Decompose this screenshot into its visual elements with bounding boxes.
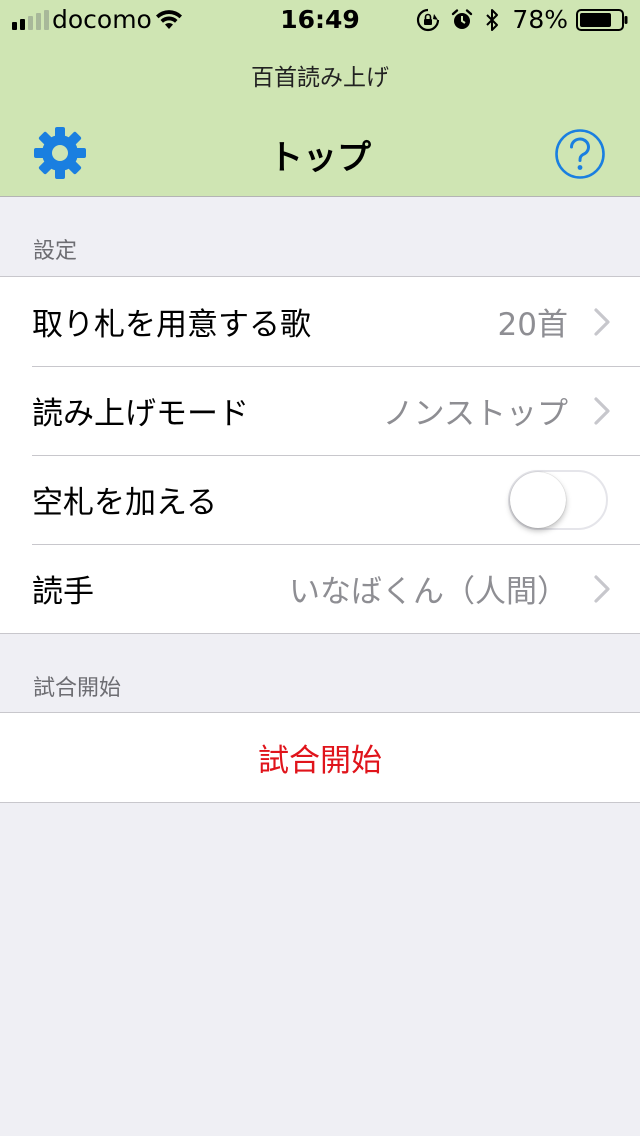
chevron-right-icon: [594, 307, 610, 336]
status-icons: [416, 7, 500, 33]
setting-label: 取り札を用意する歌: [32, 307, 311, 343]
section-header-match: 試合開始: [33, 676, 122, 701]
setting-row-cards[interactable]: 取り札を用意する歌 20首: [0, 277, 640, 366]
settings-group: 取り札を用意する歌 20首 読み上げモード ノンストップ 空札を加える 読手 い…: [0, 276, 640, 634]
setting-row-reading-mode[interactable]: 読み上げモード ノンストップ: [0, 366, 640, 455]
setting-label: 読み上げモード: [32, 396, 249, 432]
screen: docomo 16:49 78% 百首読み上げ トップ 設定 取り札を用意する歌…: [0, 0, 640, 1136]
battery-percentage: 78%: [512, 5, 568, 34]
app-title: 百首読み上げ: [251, 65, 389, 91]
page-title: トップ: [269, 138, 371, 178]
status-bar: docomo 16:49 78%: [0, 0, 640, 40]
bluetooth-icon: [486, 9, 498, 31]
toggle-knob: [510, 471, 566, 528]
setting-row-blank-cards: 空札を加える: [0, 455, 640, 544]
section-header-settings: 設定: [33, 239, 78, 264]
start-match-row[interactable]: 試合開始: [0, 713, 640, 802]
navigation-header: docomo 16:49 78% 百首読み上げ トップ: [0, 0, 640, 197]
blank-cards-toggle[interactable]: [508, 469, 608, 530]
setting-label: 空札を加える: [32, 485, 218, 521]
setting-value: ノンストップ: [382, 396, 568, 432]
setting-value: いなばくん（人間）: [289, 574, 568, 610]
orientation-lock-icon: [416, 8, 440, 32]
setting-row-reader[interactable]: 読手 いなばくん（人間）: [0, 544, 640, 633]
chevron-right-icon: [594, 574, 610, 603]
match-group: 試合開始: [0, 712, 640, 803]
alarm-icon: [451, 9, 473, 29]
setting-value: 20首: [497, 307, 568, 343]
battery-icon: [576, 9, 628, 31]
start-match-button[interactable]: 試合開始: [0, 735, 640, 780]
chevron-right-icon: [594, 396, 610, 425]
setting-label: 読手: [32, 574, 94, 610]
help-icon[interactable]: [554, 128, 606, 180]
